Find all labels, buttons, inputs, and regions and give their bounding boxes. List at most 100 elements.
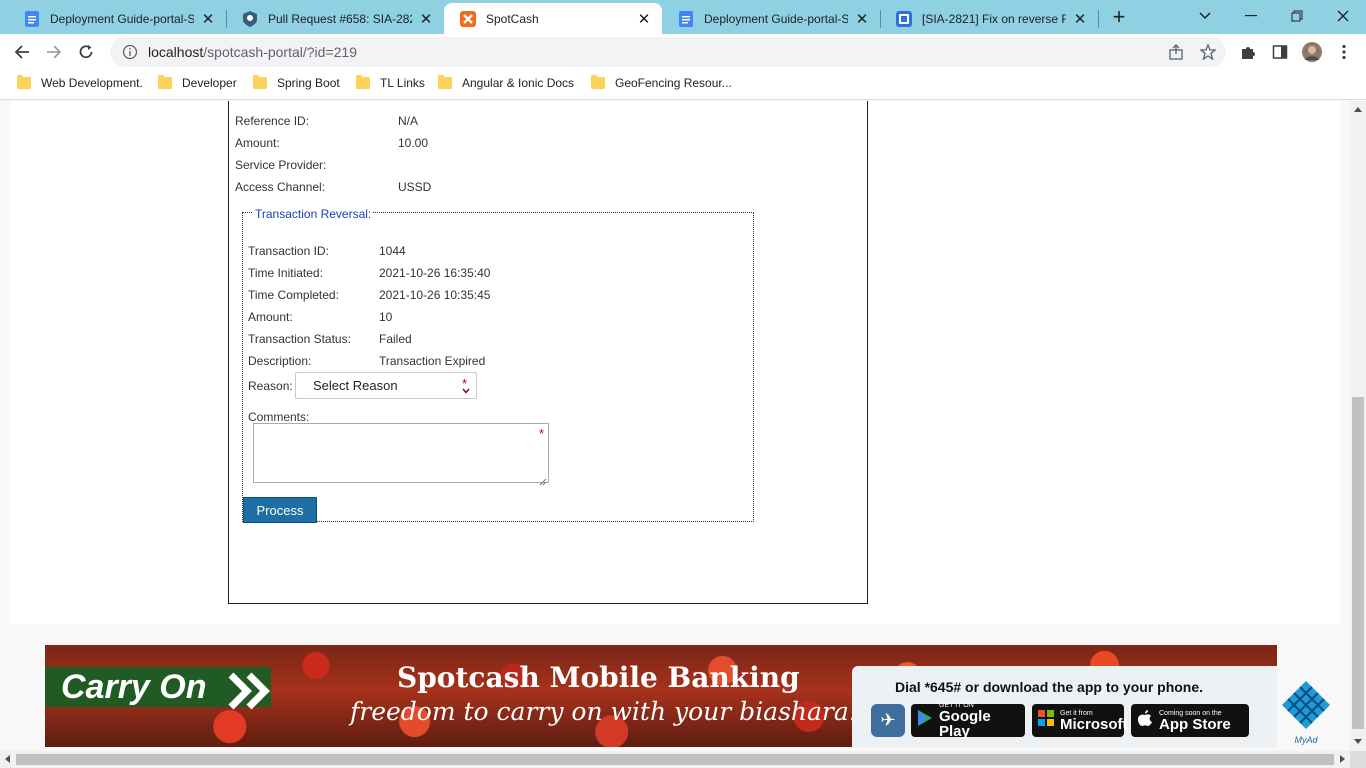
microsoft-logo-icon [1038,710,1054,731]
bookmark-angular-ionic-docs[interactable]: Angular & Ionic Docs [438,75,574,90]
tab-close-icon[interactable]: ✕ [200,10,216,28]
reversal-label: Transaction Status: [248,332,351,346]
bookmark-spring-boot[interactable]: Spring Boot [253,75,340,90]
tab-deployment-guide-1[interactable]: Deployment Guide-portal-SIA-2 ✕ [8,3,226,34]
scroll-up-arrow-icon[interactable] [1354,107,1362,112]
reason-label-text: Reason: [248,379,293,393]
tab-close-icon[interactable]: ✕ [418,10,434,28]
reversal-value: 1044 [379,244,406,258]
bookmark-tl-links[interactable]: TL Links [356,75,425,90]
process-button[interactable]: Process [243,497,317,523]
page-viewport: Reference ID: N/A Amount: 10.00 Service … [0,101,1350,751]
horizontal-scrollbar[interactable] [0,751,1350,768]
app-store-badge[interactable]: Coming soon on the App Store [1131,704,1249,737]
folder-icon [438,75,452,89]
docs-icon [24,10,40,27]
url-host: localhost [148,44,204,60]
jira-icon [896,10,912,27]
vertical-scroll-thumb[interactable] [1352,397,1364,729]
vertical-scrollbar[interactable] [1350,101,1366,751]
kebab-menu-icon[interactable] [1334,42,1354,62]
folder-icon [356,75,370,89]
microsoft-badge[interactable]: Get it from Microsoft [1032,704,1128,737]
tab-title: Deployment Guide-portal-SIA-2 [50,11,194,26]
myad-logo[interactable]: MyAd [1280,679,1332,745]
restore-icon[interactable] [1274,0,1320,32]
back-arrow-icon[interactable] [8,38,36,66]
extensions-puzzle-icon[interactable] [1238,42,1258,62]
bookmark-label: TL Links [380,76,425,90]
close-window-icon[interactable] [1320,0,1366,32]
google-play-badge[interactable]: GET IT ON Google Play [911,702,1025,740]
comments-label-text: Comments: [248,410,310,424]
folder-icon [158,75,172,89]
resize-handle-icon[interactable] [539,473,547,486]
scroll-down-arrow-icon[interactable] [1354,739,1362,744]
detail-value: 10.00 [398,136,429,150]
myad-diamond-icon [1282,681,1330,729]
reversal-label: Transaction ID: [248,244,329,258]
bookmark-web-development[interactable]: Web Development. [17,75,143,90]
bitbucket-icon [242,10,258,27]
tab-title: Pull Request #658: SIA-2821 T [268,11,412,26]
bookmark-label: Web Development. [41,76,143,90]
spotcash-banner[interactable]: Carry On Spotcash Mobile Banking freedom… [45,645,1277,747]
reload-icon[interactable] [72,38,100,66]
bookmark-developer[interactable]: Developer [158,75,237,90]
banner-title: Spotcash Mobile Banking [397,661,800,694]
tab-close-icon[interactable]: ✕ [854,10,870,28]
scroll-right-arrow-icon[interactable] [1340,755,1345,763]
tab-close-icon[interactable]: ✕ [636,10,652,28]
google-big-text: Google Play [939,708,991,740]
detail-label: Access Channel: [235,180,326,194]
reversal-value: Failed [379,332,412,346]
comments-textarea[interactable]: * [253,423,549,486]
tab-spotcash[interactable]: SpotCash ✕ [444,3,662,34]
forward-arrow-icon[interactable] [40,38,68,66]
site-info-icon[interactable] [122,44,138,60]
tab-jira-issue[interactable]: [SIA-2821] Fix on reverse Fos ✕ [880,3,1098,34]
reversal-label: Description: [248,354,312,368]
new-tab-plus-icon[interactable]: + [1106,5,1132,31]
reason-select[interactable]: Select Reason * [295,372,477,399]
banner-subtitle: freedom to carry on with your biashara..… [350,697,873,726]
chevron-down-icon [462,382,470,397]
scrollbar-corner [1350,751,1366,768]
folder-icon [591,75,605,89]
banner-dial-text: Dial *645# or download the app to your p… [895,679,1204,695]
bookmark-star-icon[interactable] [1198,42,1218,62]
double-chevron-icon [227,671,277,719]
tab-deployment-guide-2[interactable]: Deployment Guide-portal-SIA-2 ✕ [662,3,880,34]
bookmark-label: GeoFencing Resour... [615,76,732,90]
apple-logo-icon [1137,709,1153,733]
reversal-label: Time Completed: [248,288,339,302]
play-triangle-icon [917,709,933,732]
reversal-value: Transaction Expired [379,354,486,368]
docs-icon [678,10,694,27]
bookmarks-bar: Web Development. Developer Spring Boot T… [0,70,1366,100]
reversal-legend: Transaction Reversal: [253,207,374,221]
tab-pull-request[interactable]: Pull Request #658: SIA-2821 T ✕ [226,3,444,34]
tab-search-chevron-icon[interactable] [1182,0,1228,32]
airplane-icon: ✈ [871,704,905,737]
tab-close-icon[interactable]: ✕ [1072,10,1088,28]
folder-icon [253,75,267,89]
profile-avatar-icon[interactable] [1302,42,1322,62]
url-text: localhost/spotcash-portal/?id=219 [148,44,1226,60]
tab-title: Deployment Guide-portal-SIA-2 [704,11,848,26]
share-icon[interactable] [1166,42,1186,62]
reason-selected-value: Select Reason [313,378,398,393]
detail-label: Amount: [235,136,280,150]
bookmark-geofencing[interactable]: GeoFencing Resour... [591,75,732,90]
myad-label: MyAd [1294,735,1318,745]
scroll-left-arrow-icon[interactable] [5,755,10,763]
detail-label: Reference ID: [235,114,310,128]
side-panel-icon[interactable] [1270,42,1290,62]
address-bar[interactable]: localhost/spotcash-portal/?id=219 [110,37,1226,67]
tab-strip: Deployment Guide-portal-SIA-2 ✕ Pull Req… [0,0,1366,34]
detail-value: USSD [398,180,432,194]
horizontal-scroll-thumb[interactable] [16,754,1334,765]
bookmark-label: Spring Boot [277,76,340,90]
minimize-icon[interactable] [1228,0,1274,32]
tab-title: [SIA-2821] Fix on reverse Fos [922,11,1066,26]
